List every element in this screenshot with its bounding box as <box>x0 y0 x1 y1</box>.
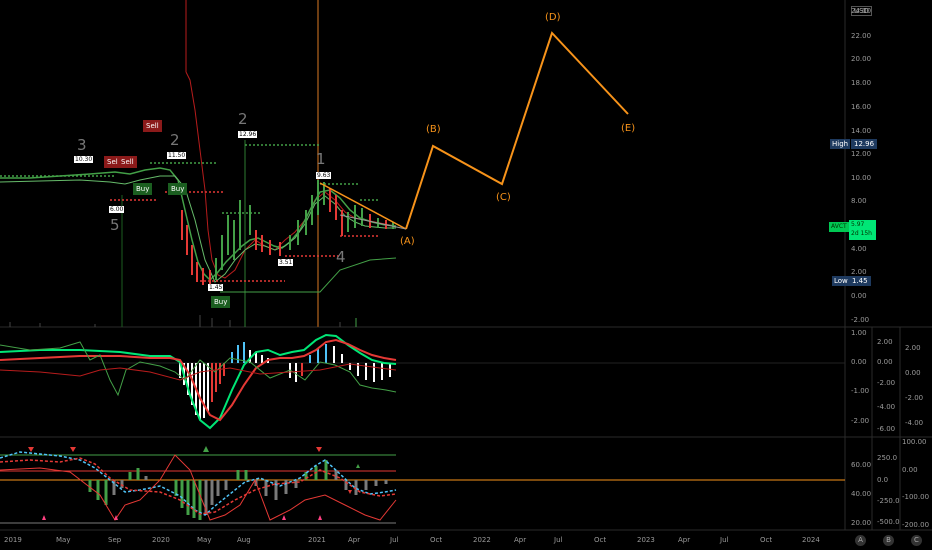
high-price-value: 12.96 <box>851 139 878 149</box>
high-label: High <box>832 140 849 148</box>
time-tick-label: Oct <box>760 536 773 544</box>
time-tick-label: Oct <box>430 536 443 544</box>
time-tick-label: 2023 <box>637 536 655 544</box>
wave-label-a[interactable]: (A) <box>400 236 415 247</box>
wave-count-5[interactable]: 5 <box>110 216 120 234</box>
macd-tick-label: 2.00 <box>877 338 893 346</box>
macd-tick-label: -2.00 <box>905 394 924 402</box>
oscillator-tick-label: -250.0 <box>877 497 900 505</box>
macd-tick-label: -1.00 <box>851 387 870 395</box>
time-tick-label: 2024 <box>802 536 820 544</box>
price-tag: 6.00 <box>109 206 125 213</box>
oscillator-tick-label: -100.00 <box>902 493 930 501</box>
time-tick-label: 2020 <box>152 536 170 544</box>
time-tick-label: Jul <box>554 536 563 544</box>
axis-mode-button-b[interactable]: B <box>883 535 894 546</box>
price-tick-label: 18.00 <box>851 79 872 87</box>
time-tick-label: May <box>56 536 71 544</box>
price-tick-label: 22.00 <box>851 32 872 40</box>
macd-tick-label: -4.00 <box>877 403 896 411</box>
price-tick-label: 8.00 <box>851 197 867 205</box>
last-price-value: 5.97 <box>851 221 865 228</box>
wave-count-4[interactable]: 4 <box>336 248 346 266</box>
price-tick-label: 20.00 <box>851 55 872 63</box>
time-tick-label: 2019 <box>4 536 22 544</box>
wave-count-1[interactable]: 1 <box>316 150 326 168</box>
time-tick-label: May <box>197 536 212 544</box>
price-tick-label: 4.00 <box>851 245 867 253</box>
price-tag: 1.45 <box>208 284 224 291</box>
macd-tick-label: 0.00 <box>877 358 893 366</box>
macd-tick-label: 0.00 <box>851 358 867 366</box>
buy-signal[interactable]: Buy <box>133 183 153 195</box>
buy-signal[interactable]: Buy <box>168 183 188 195</box>
low-label: Low <box>834 277 848 285</box>
wave-count-2[interactable]: 2 <box>238 110 248 128</box>
price-tag: 10.30 <box>74 156 94 163</box>
wave-label-c[interactable]: (C) <box>496 192 511 203</box>
oscillator-tick-label: -500.0 <box>877 518 900 526</box>
time-tick-label: Apr <box>514 536 527 544</box>
sell-signal[interactable]: Sell <box>118 156 137 168</box>
macd-tick-label: 0.00 <box>905 369 921 377</box>
time-tick-label: Apr <box>678 536 691 544</box>
macd-tick-label: -6.00 <box>877 425 896 433</box>
wave-label-d[interactable]: (D) <box>545 12 561 23</box>
chart-canvas[interactable] <box>0 0 932 550</box>
oscillator-tick-label: 60.00 <box>851 461 872 469</box>
price-tag: 11.50 <box>167 152 187 159</box>
time-tick-label: Aug <box>237 536 251 544</box>
axis-mode-button-c[interactable]: C <box>911 535 922 546</box>
price-tag: 3.51 <box>278 259 294 266</box>
macd-tick-label: -4.00 <box>905 419 924 427</box>
wave-label-e[interactable]: (E) <box>621 123 635 134</box>
time-tick-label: Sep <box>108 536 122 544</box>
last-price-badge: 5.97 2d 15h <box>849 220 876 240</box>
time-tick-label: Jul <box>720 536 729 544</box>
wave-label-b[interactable]: (B) <box>426 124 441 135</box>
price-tag: 12.96 <box>238 131 258 138</box>
low-price-value: 1.45 <box>849 276 871 286</box>
price-tick-label: 24.00 <box>851 7 872 15</box>
last-ticker-badge: AVCT <box>829 222 849 232</box>
low-price-badge: Low <box>832 276 850 286</box>
time-tick-label: Oct <box>594 536 607 544</box>
price-tick-label: -2.00 <box>851 316 870 324</box>
oscillator-tick-label: 20.00 <box>851 519 872 527</box>
price-tick-label: 16.00 <box>851 103 872 111</box>
time-tick-label: Apr <box>348 536 361 544</box>
buy-signal[interactable]: Buy <box>211 296 231 308</box>
macd-tick-label: -2.00 <box>851 417 870 425</box>
time-tick-label: 2022 <box>473 536 491 544</box>
macd-pane <box>0 333 845 430</box>
oscillator-pane <box>0 446 845 524</box>
price-tick-label: 14.00 <box>851 127 872 135</box>
high-price-badge: High <box>830 139 851 149</box>
macd-tick-label: 2.00 <box>905 344 921 352</box>
last-price-countdown: 2d 15h <box>851 230 872 237</box>
oscillator-tick-label: 250.0 <box>877 454 898 462</box>
oscillator-tick-label: 40.00 <box>851 490 872 498</box>
wave-count-2[interactable]: 2 <box>170 131 180 149</box>
axis-mode-button-a[interactable]: A <box>855 535 866 546</box>
price-tick-label: 12.00 <box>851 150 872 158</box>
price-tag: 9.63 <box>316 172 332 179</box>
price-tick-label: 0.00 <box>851 292 867 300</box>
time-tick-label: Jul <box>390 536 399 544</box>
price-tick-label: 10.00 <box>851 174 872 182</box>
wave-count-3[interactable]: 3 <box>77 136 87 154</box>
oscillator-tick-label: 0.0 <box>877 476 889 484</box>
oscillator-tick-label: -200.00 <box>902 521 930 529</box>
oscillator-tick-label: 100.00 <box>902 438 927 446</box>
oscillator-tick-label: 0.00 <box>902 466 918 474</box>
time-tick-label: 2021 <box>308 536 326 544</box>
price-tick-label: 2.00 <box>851 268 867 276</box>
sell-signal[interactable]: Sell <box>143 120 162 132</box>
macd-tick-label: 1.00 <box>851 329 867 337</box>
price-series <box>0 71 407 327</box>
macd-tick-label: -2.00 <box>877 379 896 387</box>
